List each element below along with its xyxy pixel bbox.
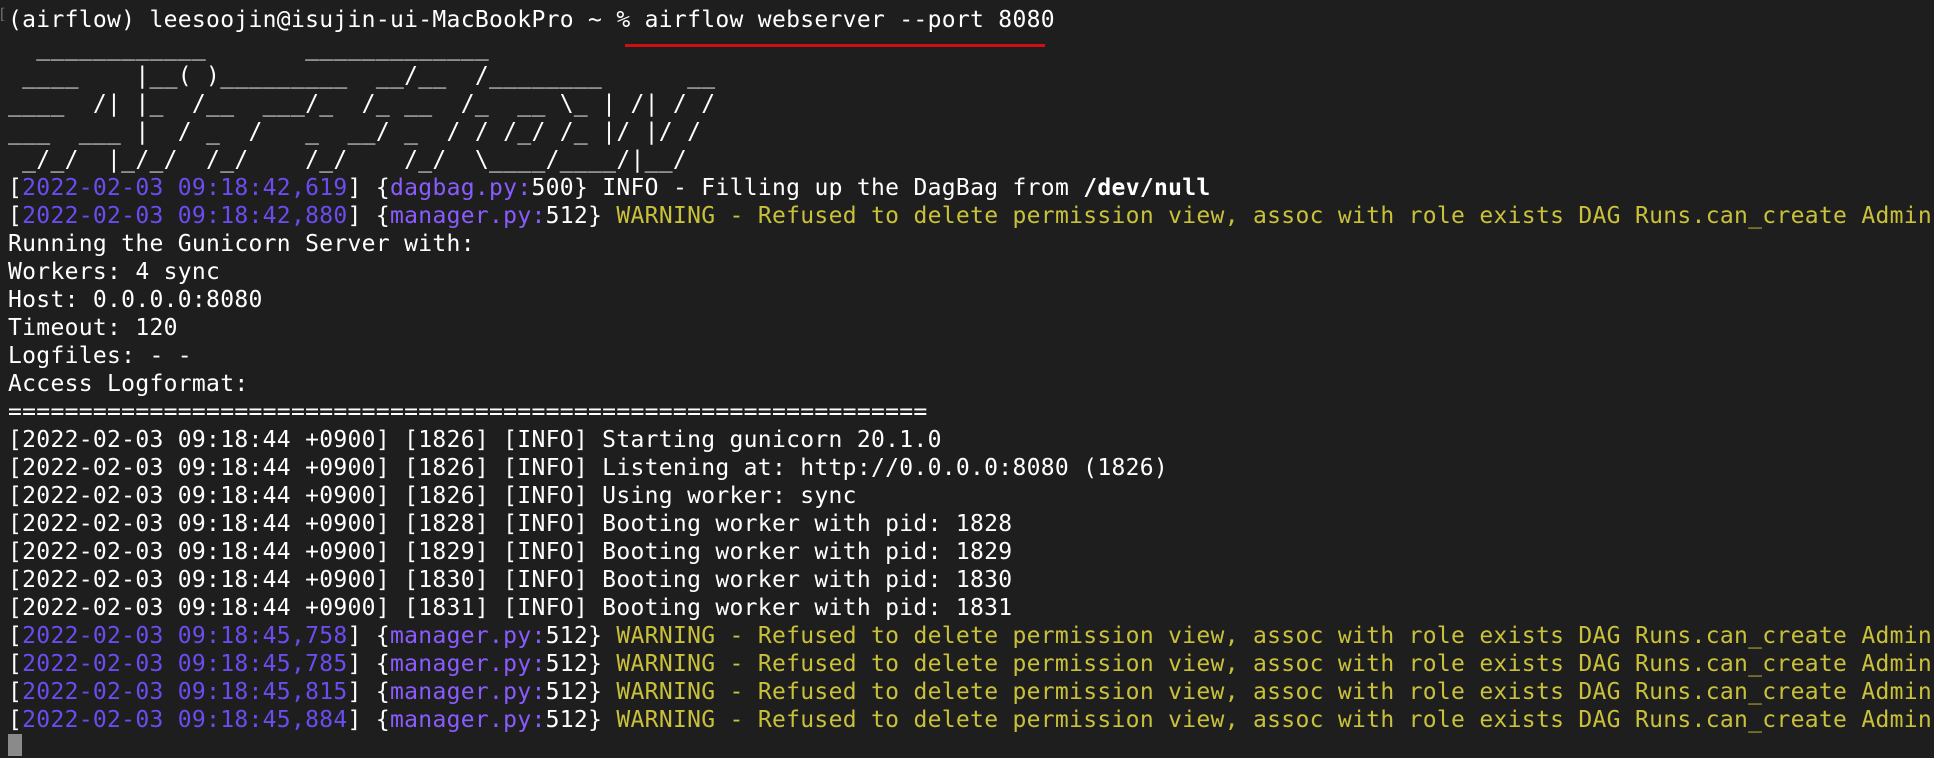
ascii-art-line: ____ /| |_ /__ ___/_ /_ __ /_ __ \_ | /|… [8, 91, 716, 117]
log-filename: manager.py: [390, 651, 546, 677]
gunicorn-info-line: Logfiles: - - [8, 343, 192, 369]
log-lineno: 512 [545, 651, 589, 677]
prompt-text: (airflow) leesoojin@isujin-ui-MacBookPro… [8, 7, 645, 33]
gunicorn-log-line: [2022-02-03 09:18:44 +0900] [1826] [INFO… [8, 483, 857, 509]
log-message: - Filling up the DagBag from [658, 175, 1084, 201]
log-message: WARNING - Refused to delete permission v… [616, 707, 1933, 733]
ascii-art-line: _/_/ |_/_/ /_/ /_/ /_/ \____/____/|__/ [8, 147, 688, 173]
log-message: WARNING - Refused to delete permission v… [616, 623, 1933, 649]
log-lineno: 512 [545, 203, 589, 229]
log-line-warning: [2022-02-03 09:18:45,785] {manager.py:51… [8, 651, 1933, 677]
gunicorn-info-line: Access Logformat: [8, 371, 249, 397]
log-message: WARNING - Refused to delete permission v… [616, 679, 1933, 705]
gunicorn-log-line: [2022-02-03 09:18:44 +0900] [1829] [INFO… [8, 539, 1013, 565]
log-level: INFO [602, 175, 659, 201]
log-lineno: 512 [545, 679, 589, 705]
terminal-cursor[interactable] [8, 734, 22, 756]
gunicorn-log-line: [2022-02-03 09:18:44 +0900] [1830] [INFO… [8, 567, 1013, 593]
log-lineno: 512 [545, 623, 589, 649]
log-lineno: 512 [545, 707, 589, 733]
command-text: airflow webserver --port 8080 [644, 7, 1055, 33]
log-timestamp: 2022-02-03 09:18:45,815 [22, 679, 348, 705]
log-line-warning: [2022-02-03 09:18:42,880] {manager.py:51… [8, 203, 1933, 229]
gunicorn-log-line: [2022-02-03 09:18:44 +0900] [1828] [INFO… [8, 511, 1013, 537]
gunicorn-log-line: [2022-02-03 09:18:44 +0900] [1831] [INFO… [8, 595, 1013, 621]
log-timestamp: 2022-02-03 09:18:42,619 [22, 175, 348, 201]
prompt-line: (airflow) leesoojin@isujin-ui-MacBookPro… [8, 6, 1934, 34]
log-message: - Refused to delete permission view, ass… [715, 203, 1933, 229]
log-line-warning: [2022-02-03 09:18:45,884] {manager.py:51… [8, 707, 1933, 733]
gunicorn-info-line: Workers: 4 sync [8, 259, 221, 285]
gunicorn-log-line: [2022-02-03 09:18:44 +0900] [1826] [INFO… [8, 427, 942, 453]
log-filename: manager.py: [390, 707, 546, 733]
terminal-window[interactable]: (airflow) leesoojin@isujin-ui-MacBookPro… [0, 0, 1934, 758]
gunicorn-info-line: Timeout: 120 [8, 315, 178, 341]
log-timestamp: 2022-02-03 09:18:42,880 [22, 203, 348, 229]
log-message-path: /dev/null [1083, 175, 1211, 201]
gunicorn-info-line: Running the Gunicorn Server with: [8, 231, 475, 257]
log-filename: manager.py: [390, 203, 546, 229]
ascii-art-line: ____ |__( )_________ __/__ /________ __ [8, 63, 716, 89]
log-line-warning: [2022-02-03 09:18:45,815] {manager.py:51… [8, 679, 1933, 705]
log-message: WARNING - Refused to delete permission v… [616, 651, 1933, 677]
prompt-gutter-bracket: [ [0, 6, 6, 23]
log-lineno: 500 [531, 175, 574, 201]
command-highlight-underline [625, 44, 1045, 47]
ascii-art-line: ___ ___ | / _ / _ __/ _ / / /_/ /_ |/ |/… [8, 119, 702, 145]
log-timestamp: 2022-02-03 09:18:45,884 [22, 707, 348, 733]
log-filename: manager.py: [390, 623, 546, 649]
log-timestamp: 2022-02-03 09:18:45,758 [22, 623, 348, 649]
log-line-warning: [2022-02-03 09:18:45,758] {manager.py:51… [8, 623, 1933, 649]
log-filename: dagbag.py: [390, 175, 532, 201]
gunicorn-info-line: Host: 0.0.0.0:8080 [8, 287, 263, 313]
log-filename: manager.py: [390, 679, 546, 705]
gunicorn-log-line: [2022-02-03 09:18:44 +0900] [1826] [INFO… [8, 455, 1169, 481]
separator-line: ========================================… [8, 399, 928, 425]
log-level: WARNING [616, 203, 716, 229]
ascii-art-line: ____________ _____________ [8, 35, 490, 61]
log-line-dagbag: [2022-02-03 09:18:42,619] {dagbag.py:500… [8, 175, 1211, 201]
log-timestamp: 2022-02-03 09:18:45,785 [22, 651, 348, 677]
